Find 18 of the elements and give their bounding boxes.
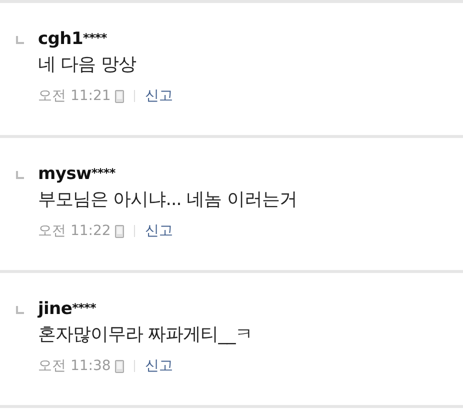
username: jine$^{****}$ <box>38 298 97 320</box>
reply-icon <box>16 306 24 314</box>
username: cgh1$^{****}$ <box>38 28 108 50</box>
timestamp: 오전 11:21 <box>38 87 111 105</box>
timestamp: 오전 11:22 <box>38 222 111 240</box>
comment-text: 혼자많이무라 짜파게티__ㅋ <box>38 323 253 347</box>
phone-icon <box>114 90 124 102</box>
comment-text: 부모님은 아시냐... 네놈 이러는거 <box>38 188 297 212</box>
phone-icon <box>114 360 124 372</box>
report-link[interactable]: 신고 <box>144 87 173 105</box>
comment-text: 네 다음 망상 <box>38 53 137 77</box>
reply-icon <box>16 36 24 44</box>
report-link[interactable]: 신고 <box>144 357 173 375</box>
phone-icon <box>114 224 124 238</box>
timestamp: 오전 11:38 <box>38 357 111 375</box>
username: mysw$^{****}$ <box>38 163 116 185</box>
reply-icon <box>16 171 24 179</box>
report-link[interactable]: 신고 <box>144 222 173 240</box>
